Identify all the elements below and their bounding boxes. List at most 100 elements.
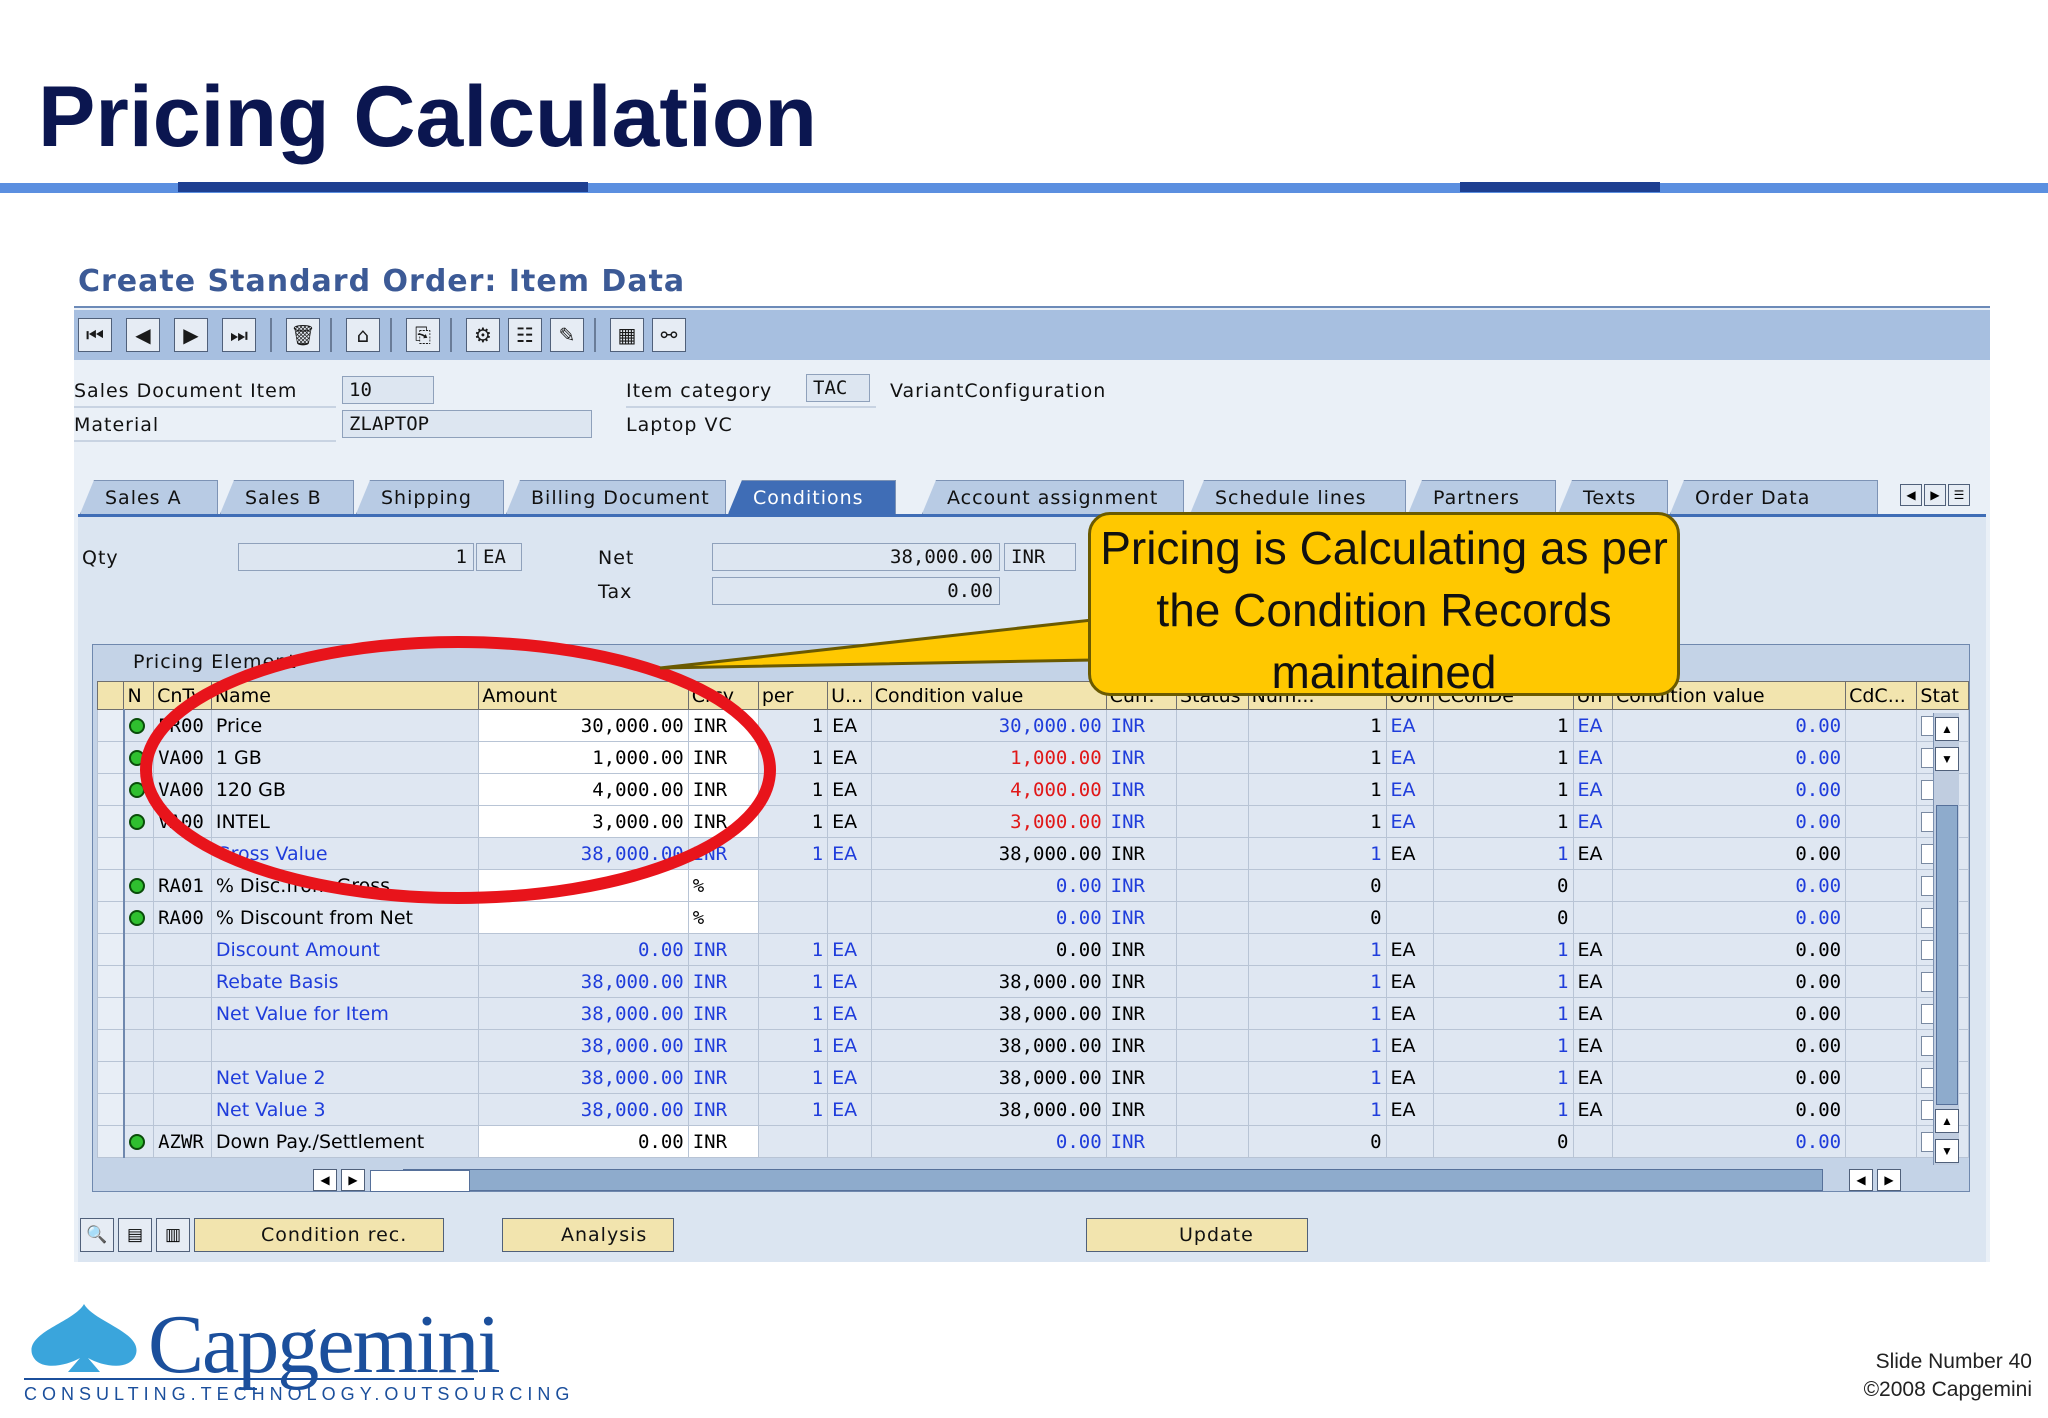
condition-type-cell[interactable]: VA00 <box>153 741 212 774</box>
column-header[interactable]: N <box>123 681 155 710</box>
per-cell[interactable]: 1 <box>757 933 829 966</box>
table-row[interactable]: RA00% Discount from Net% 0.00 INR 0 0 0.00 <box>96 901 1969 934</box>
uom-cell[interactable]: EA <box>827 709 872 742</box>
currency-cell[interactable]: INR <box>687 965 759 998</box>
table-row[interactable]: PR00 Price 30,000.00 INR 1 EA 30,000.00 INR 1 EA 1… <box>96 709 1969 742</box>
uom-cell[interactable]: EA <box>827 773 872 806</box>
structure-icon[interactable]: ☷ <box>508 318 542 352</box>
per-cell[interactable]: 1 <box>757 1093 829 1126</box>
amount-cell[interactable]: 4,000.00 <box>478 773 689 806</box>
vertical-scrollbar[interactable]: ▲ ▼ ▲ ▼ <box>1933 713 1959 1165</box>
currency-cell[interactable]: INR <box>687 933 759 966</box>
table-row[interactable]: Gross Value 38,000.00 INR 1 EA 38,000.00 INR 1 E… <box>96 837 1969 870</box>
material-field[interactable]: ZLAPTOP <box>342 410 592 438</box>
row-selector[interactable] <box>96 709 126 742</box>
scroll-down-icon[interactable]: ▼ <box>1935 747 1959 771</box>
amount-cell[interactable]: 1,000.00 <box>478 741 689 774</box>
column-header[interactable]: CnTy <box>153 681 212 710</box>
condition-rec-button[interactable]: Condition rec. <box>194 1218 444 1252</box>
column-header[interactable]: per <box>757 681 829 710</box>
row-selector[interactable] <box>96 773 126 806</box>
row-selector[interactable] <box>96 1125 126 1158</box>
uom-cell[interactable]: EA <box>827 1093 872 1126</box>
per-cell[interactable]: 1 <box>757 709 829 742</box>
condition-type-cell[interactable] <box>153 1029 212 1062</box>
table-row[interactable]: 38,000.00 INR 1 EA 38,000.00 INR 1 EA 1 EA 0.00 <box>96 1029 1969 1062</box>
tab-schedule-lines[interactable]: Schedule lines <box>1190 480 1406 514</box>
uom-cell[interactable]: EA <box>827 741 872 774</box>
uom-cell[interactable] <box>827 901 872 934</box>
table-row[interactable]: AZWR Down Pay./Settlement 0.00 INR 0.00 INR 0 0… <box>96 1125 1969 1158</box>
horizontal-scrollbar[interactable]: ◀ ▶ ◀ ▶ <box>213 1169 1953 1193</box>
column-header[interactable]: Condition value <box>870 681 1107 710</box>
condition-type-cell[interactable] <box>153 837 212 870</box>
header-icon[interactable]: ⌂ <box>346 318 380 352</box>
scroll-right-icon[interactable]: ▶ <box>1877 1169 1901 1191</box>
condition-type-cell[interactable] <box>153 965 212 998</box>
per-cell[interactable]: 1 <box>757 741 829 774</box>
scroll-thumb[interactable] <box>1936 805 1958 1105</box>
qty-unit-field[interactable]: EA <box>476 543 522 571</box>
per-cell[interactable]: 1 <box>757 965 829 998</box>
display-document-flow-icon[interactable]: ⎘ <box>406 318 440 352</box>
amount-cell[interactable]: 3,000.00 <box>478 805 689 838</box>
tab-partners[interactable]: Partners <box>1408 480 1556 514</box>
condition-type-cell[interactable]: PR00 <box>153 709 212 742</box>
uom-cell[interactable] <box>827 869 872 902</box>
amount-cell[interactable]: 38,000.00 <box>478 965 689 998</box>
row-selector[interactable] <box>96 741 126 774</box>
per-cell[interactable]: 1 <box>757 1029 829 1062</box>
next-item-icon[interactable]: ▶ <box>174 318 208 352</box>
column-header[interactable]: Name <box>210 681 480 710</box>
delete-row-icon[interactable]: ▥ <box>156 1218 190 1252</box>
page-up-icon[interactable]: ▲ <box>1935 1109 1959 1133</box>
row-selector[interactable] <box>96 965 126 998</box>
per-cell[interactable]: 1 <box>757 997 829 1030</box>
amount-cell[interactable]: 38,000.00 <box>478 997 689 1030</box>
row-selector[interactable] <box>96 869 126 902</box>
column-header[interactable]: U... <box>827 681 872 710</box>
analysis-button[interactable]: Analysis <box>502 1218 674 1252</box>
per-cell[interactable]: 1 <box>757 805 829 838</box>
table-row[interactable]: RA01% Disc.from Gross% 0.00 INR 0 0 0.00 <box>96 869 1969 902</box>
amount-cell[interactable] <box>478 869 689 902</box>
update-button[interactable]: Update <box>1086 1218 1308 1252</box>
scroll-track[interactable] <box>370 1169 1823 1192</box>
row-selector[interactable] <box>96 901 126 934</box>
amount-cell[interactable]: 38,000.00 <box>478 1093 689 1126</box>
tab-account-assignment[interactable]: Account assignment <box>922 480 1184 514</box>
row-selector[interactable] <box>96 1029 126 1062</box>
currency-cell[interactable]: INR <box>687 805 759 838</box>
currency-cell[interactable]: INR <box>687 773 759 806</box>
row-selector[interactable] <box>96 933 126 966</box>
per-cell[interactable]: 1 <box>757 1061 829 1094</box>
currency-cell[interactable]: % <box>687 869 759 902</box>
uom-cell[interactable]: EA <box>827 805 872 838</box>
tab-billing-document[interactable]: Billing Document <box>506 480 726 514</box>
per-cell[interactable]: 1 <box>757 773 829 806</box>
tab-list-icon[interactable]: ☰ <box>1948 484 1970 506</box>
condition-type-cell[interactable]: VA00 <box>153 773 212 806</box>
configuration-icon[interactable]: ⚙ <box>466 318 500 352</box>
amount-cell[interactable]: 0.00 <box>478 1125 689 1158</box>
table-row[interactable]: Net Value 3 38,000.00 INR 1 EA 38,000.00 INR 1 E… <box>96 1093 1969 1126</box>
row-selector[interactable] <box>96 805 126 838</box>
condition-icon[interactable]: ⚯ <box>652 318 686 352</box>
currency-cell[interactable]: INR <box>687 997 759 1030</box>
table-row[interactable]: VA00 INTEL 3,000.00 INR 1 EA 3,000.00 INR 1 EA 1 EA… <box>96 805 1969 838</box>
amount-cell[interactable]: 30,000.00 <box>478 709 689 742</box>
scroll-left-icon[interactable]: ◀ <box>1849 1169 1873 1191</box>
table-row[interactable]: Net Value 2 38,000.00 INR 1 EA 38,000.00 INR 1 E… <box>96 1061 1969 1094</box>
edit-icon[interactable]: ✎ <box>550 318 584 352</box>
row-selector[interactable] <box>96 837 126 870</box>
scroll-thumb[interactable] <box>370 1170 470 1192</box>
column-header[interactable]: Stat <box>1916 681 1969 710</box>
row-selector[interactable] <box>96 1093 126 1126</box>
per-cell[interactable] <box>757 1125 829 1158</box>
amount-cell[interactable]: 38,000.00 <box>478 837 689 870</box>
currency-cell[interactable]: INR <box>687 1093 759 1126</box>
per-cell[interactable] <box>757 869 829 902</box>
scroll-right-icon[interactable]: ▶ <box>341 1169 365 1191</box>
condition-type-cell[interactable]: VA00 <box>153 805 212 838</box>
condition-type-cell[interactable] <box>153 1093 212 1126</box>
